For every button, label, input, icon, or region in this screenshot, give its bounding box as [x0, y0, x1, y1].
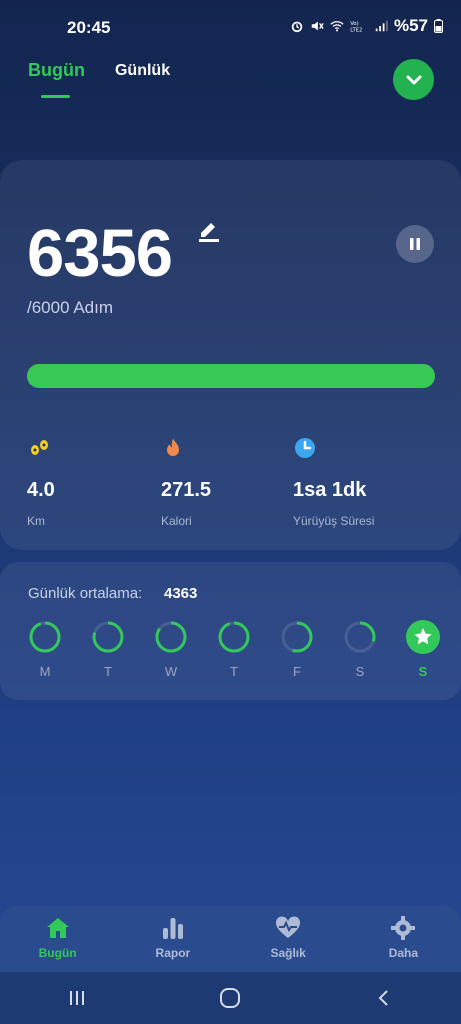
day-item[interactable]: S [342, 620, 378, 679]
pause-icon [410, 238, 420, 250]
day-label: W [164, 664, 178, 679]
nav-report-label: Rapor [155, 946, 191, 960]
step-count: 6356 [27, 216, 173, 291]
home-icon [46, 918, 69, 938]
day-progress-ring [281, 621, 313, 653]
stat-duration: 1sa 1dk Yürüyüş Süresi [293, 436, 423, 528]
system-nav-bar [0, 972, 461, 1024]
signal-icon [375, 20, 388, 32]
edit-icon[interactable] [197, 218, 221, 242]
day-ring-complete [406, 620, 440, 654]
tab-active-indicator [41, 95, 70, 98]
recents-icon [69, 991, 84, 1005]
battery-icon [434, 19, 443, 33]
weekly-days: MTWTFSS [27, 620, 441, 679]
day-label: M [39, 664, 51, 679]
tab-daily[interactable]: Günlük [115, 62, 170, 81]
svg-text:Vo): Vo) [350, 21, 358, 27]
nav-health[interactable]: Sağlık [243, 916, 333, 960]
day-progress-arc [218, 621, 250, 653]
stat-distance: 4.0 Km [27, 436, 157, 528]
daily-average-value: 4363 [164, 585, 198, 602]
wifi-icon [330, 21, 344, 32]
day-item[interactable]: F [279, 620, 315, 679]
nav-more[interactable]: Daha [358, 916, 448, 960]
bar-chart-icon [162, 918, 183, 939]
day-label: T [104, 664, 112, 679]
day-item[interactable]: W [153, 620, 189, 679]
back-button[interactable] [364, 978, 404, 1018]
calories-value: 271.5 [161, 479, 212, 501]
heart-pulse-icon [276, 916, 301, 938]
pause-button[interactable] [396, 225, 434, 263]
nav-today-label: Bugün [38, 946, 77, 960]
day-progress-ring [29, 621, 61, 653]
day-progress-ring [344, 621, 376, 653]
flame-icon [167, 438, 179, 456]
day-progress-ring [92, 621, 124, 653]
bottom-nav: Bugün Rapor Sağlık Daha [0, 906, 461, 972]
tab-bar: Bugün Günlük [28, 60, 170, 81]
distance-label: Km [27, 514, 45, 528]
nav-more-label: Daha [388, 946, 419, 960]
clock-icon [295, 438, 315, 458]
chevron-down-icon [406, 75, 421, 84]
alarm-icon [291, 21, 303, 33]
nav-health-label: Sağlık [270, 946, 306, 960]
home-button[interactable] [210, 978, 250, 1018]
day-progress-arc [29, 621, 61, 653]
day-label: S [355, 664, 365, 679]
nav-today[interactable]: Bugün [13, 916, 103, 960]
daily-average-label: Günlük ortalama: [28, 585, 143, 602]
day-progress-ring [155, 621, 187, 653]
day-label: F [293, 664, 301, 679]
battery-label: %57 [393, 16, 428, 35]
nav-report[interactable]: Rapor [128, 916, 218, 960]
day-item[interactable]: S [405, 620, 441, 679]
calories-label: Kalori [161, 514, 192, 528]
svg-text:LTE2: LTE2 [350, 27, 362, 33]
volte-icon: Vo)LTE2 [350, 21, 362, 33]
dropdown-button[interactable] [393, 59, 434, 100]
home-circle-icon [220, 988, 241, 1008]
back-icon [378, 990, 388, 1006]
duration-label: Yürüyüş Süresi [293, 514, 375, 528]
day-item[interactable]: M [27, 620, 63, 679]
stat-calories: 271.5 Kalori [161, 436, 291, 528]
status-bar: 20:45 Vo) LTE2 %57 [0, 0, 461, 56]
mute-icon [311, 21, 324, 31]
tab-today[interactable]: Bugün [28, 60, 85, 81]
day-label: T [230, 664, 238, 679]
day-item[interactable]: T [216, 620, 252, 679]
recents-button[interactable] [57, 978, 97, 1018]
gear-icon [391, 916, 416, 940]
duration-value: 1sa 1dk [293, 479, 367, 501]
distance-value: 4.0 [27, 479, 55, 501]
day-label: S [418, 664, 428, 679]
day-progress-ring [218, 621, 250, 653]
status-icons: Vo) LTE2 %57 [290, 16, 443, 36]
footprints-icon [31, 440, 48, 455]
day-item[interactable]: T [90, 620, 126, 679]
status-time: 20:45 [67, 18, 111, 37]
step-progress-bar [27, 364, 435, 388]
step-goal: /6000 Adım [27, 298, 114, 317]
